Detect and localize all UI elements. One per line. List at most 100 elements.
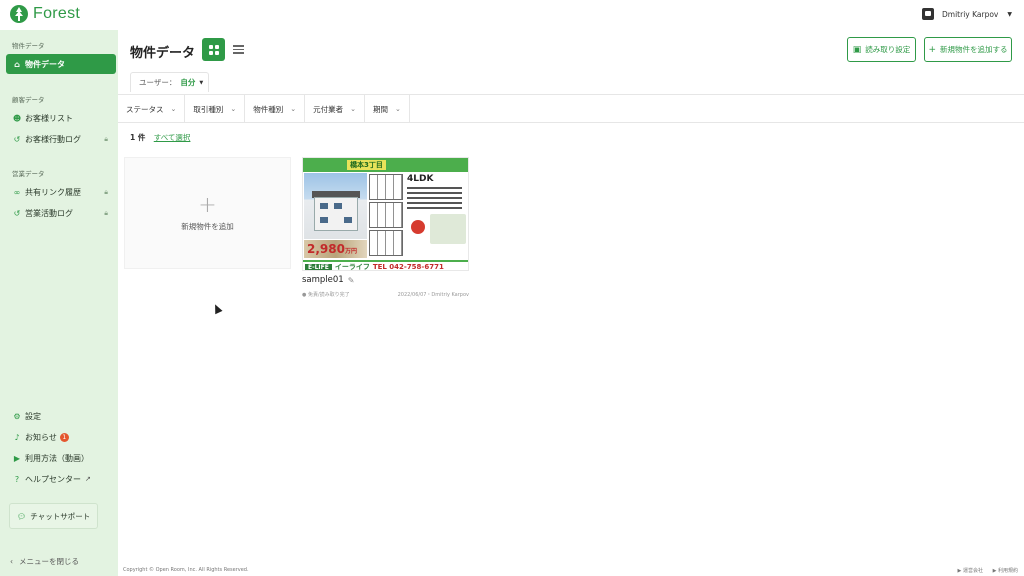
forest-leaf-icon: [10, 5, 28, 23]
sidebar-item-label: 営業活動ログ: [25, 208, 73, 218]
add-property-label: 新規物件を追加する: [940, 45, 1008, 54]
property-meta: ● 免責/読み取り完了 2022/06/07・Dmitriy Karpov: [302, 291, 469, 298]
footer-link-company[interactable]: ▶ 運営会社: [958, 568, 983, 574]
property-status: ● 免責/読み取り完了: [302, 292, 350, 298]
sidebar-item-label: ヘルプセンター: [25, 474, 81, 484]
list-view-button[interactable]: [227, 38, 250, 61]
plus-icon: +: [928, 44, 937, 55]
filter-label: 取引種別: [193, 104, 224, 114]
result-count-line: 1 件 すべて選択: [130, 132, 190, 143]
sidebar-item-sales-log[interactable]: ↺ 営業活動ログ 🔒︎: [6, 203, 116, 223]
lock-icon: 🔒︎: [104, 208, 108, 217]
scan-settings-icon: ▣: [852, 44, 862, 55]
user-filter-value: 自分: [180, 78, 196, 87]
plus-icon: +: [198, 192, 217, 218]
grid-view-button[interactable]: [202, 38, 225, 61]
caret-down-icon: ▼: [1007, 10, 1012, 18]
filter-bar: ステータス ⌄ 取引種別 ⌄ 物件種別 ⌄ 元付業者 ⌄ 期間 ⌄: [118, 94, 1024, 123]
filter-transaction-type[interactable]: 取引種別 ⌄: [185, 95, 246, 123]
flyer-price-value: 2,980: [307, 242, 345, 256]
app-name: Forest: [33, 5, 81, 22]
read-settings-label: 読み取り設定: [865, 45, 911, 54]
flyer-map: [430, 214, 466, 244]
notification-badge: 1: [59, 432, 69, 442]
sidebar-item-how-to-video[interactable]: ▶ 利用方法（動画）: [6, 448, 116, 468]
chat-icon: 💬︎: [16, 511, 27, 521]
filter-label: ステータス: [126, 104, 164, 114]
lock-icon: 🔒︎: [104, 187, 108, 196]
add-property-card[interactable]: + 新規物件を追加: [124, 157, 291, 269]
history-icon: ↺: [13, 134, 21, 144]
property-name-text: sample01: [302, 275, 344, 285]
sidebar-item-label: 利用方法（動画）: [25, 453, 89, 463]
filter-source-agent[interactable]: 元付業者 ⌄: [305, 95, 365, 123]
user-name: Dmitriy Karpov: [942, 9, 999, 19]
property-flyer-image: 橋本3丁目 4LDK 2,980万円 E-LIFE イーライフ TEL 042-…: [303, 158, 468, 270]
sidebar-item-label: 設定: [25, 411, 41, 421]
forest-logo[interactable]: Forest: [9, 4, 80, 24]
filter-label: 期間: [373, 104, 388, 114]
people-icon: ☻: [12, 113, 22, 123]
flyer-layout: 4LDK: [407, 174, 434, 184]
flyer-floor-plans: [369, 174, 405, 258]
collapse-menu-label: メニューを閉じる: [19, 557, 79, 566]
filter-label: 元付業者: [313, 104, 344, 114]
user-filter-dropdown[interactable]: ユーザー： 自分 ▼: [130, 72, 209, 92]
flyer-price-unit: 万円: [344, 248, 357, 255]
chevron-left-icon: ‹: [10, 557, 13, 566]
sidebar-item-label: お知らせ: [25, 432, 57, 442]
property-date-owner: 2022/06/07・Dmitriy Karpov: [397, 292, 469, 298]
mouse-cursor-icon: [211, 302, 223, 315]
link-icon: ∞: [13, 187, 21, 197]
sidebar: 物件データ ⌂ 物件データ 顧客データ ☻ お客様リスト ↺ お客様行動ログ 🔒…: [0, 30, 118, 576]
filter-label: 物件種別: [253, 104, 284, 114]
external-link-icon: ↗: [85, 475, 91, 483]
chevron-down-icon: ⌄: [350, 105, 356, 113]
lock-icon: 🔒︎: [104, 134, 108, 143]
flyer-house-photo: [304, 173, 367, 239]
chat-support-label: チャットサポート: [30, 511, 91, 521]
sidebar-item-notifications[interactable]: ♪ お知らせ 1: [6, 427, 116, 447]
property-name[interactable]: sample01 ✎: [302, 275, 354, 285]
flyer-brand: E-LIFE: [305, 263, 332, 270]
bell-icon: ♪: [14, 432, 20, 442]
sidebar-item-help-center[interactable]: ? ヘルプセンター ↗: [6, 469, 116, 489]
filter-property-type[interactable]: 物件種別 ⌄: [245, 95, 306, 123]
sidebar-item-settings[interactable]: ⚙ 設定: [6, 406, 116, 426]
flyer-red-badge: [411, 220, 425, 234]
flyer-price: 2,980万円: [307, 242, 357, 256]
flyer-footer: E-LIFE イーライフ TEL 042-758-6771: [303, 260, 468, 270]
sidebar-item-label: お客様リスト: [25, 113, 73, 123]
sidebar-item-customer-list[interactable]: ☻ お客様リスト: [6, 108, 116, 128]
sidebar-section-label: 物件データ: [12, 42, 45, 50]
user-avatar-icon: [922, 8, 935, 20]
top-bar: Forest Dmitriy Karpov ▼: [0, 0, 1024, 30]
select-all-link[interactable]: すべて選択: [154, 133, 191, 142]
chat-support-button[interactable]: 💬︎ チャットサポート: [9, 503, 98, 529]
pencil-icon[interactable]: ✎: [348, 276, 355, 285]
sidebar-item-label: お客様行動ログ: [25, 134, 81, 144]
sidebar-item-property-data[interactable]: ⌂ 物件データ: [6, 54, 116, 74]
history-icon: ↺: [13, 208, 21, 218]
sidebar-item-share-history[interactable]: ∞ 共有リンク履歴 🔒︎: [6, 182, 116, 202]
property-card-thumbnail[interactable]: 橋本3丁目 4LDK 2,980万円 E-LIFE イーライフ TEL 042-…: [302, 157, 469, 271]
sidebar-section-label: 営業データ: [12, 170, 45, 178]
chevron-down-icon: ⌄: [170, 105, 177, 113]
result-count: 1 件: [130, 133, 146, 142]
video-icon: ▶: [13, 453, 21, 463]
sidebar-item-customer-log[interactable]: ↺ お客様行動ログ 🔒︎: [6, 129, 116, 149]
add-property-button[interactable]: + 新規物件を追加する: [924, 37, 1012, 62]
footer-link-terms[interactable]: ▶ 利用規約: [993, 568, 1018, 574]
user-filter-label: ユーザー：: [139, 78, 177, 87]
collapse-menu-button[interactable]: ‹ メニューを閉じる: [10, 556, 79, 567]
filter-status[interactable]: ステータス ⌄: [118, 95, 186, 123]
building-icon: ⌂: [14, 59, 20, 69]
read-settings-button[interactable]: ▣ 読み取り設定: [847, 37, 916, 62]
user-menu[interactable]: Dmitriy Karpov ▼: [922, 8, 1012, 20]
copyright: Copyright © Open Room, Inc. All Rights R…: [123, 567, 249, 573]
caret-down-icon: ▼: [199, 79, 204, 86]
chevron-down-icon: ⌄: [395, 105, 401, 113]
list-icon: [233, 43, 244, 56]
filter-period[interactable]: 期間 ⌄: [365, 95, 410, 123]
sidebar-item-label: 物件データ: [25, 59, 65, 69]
